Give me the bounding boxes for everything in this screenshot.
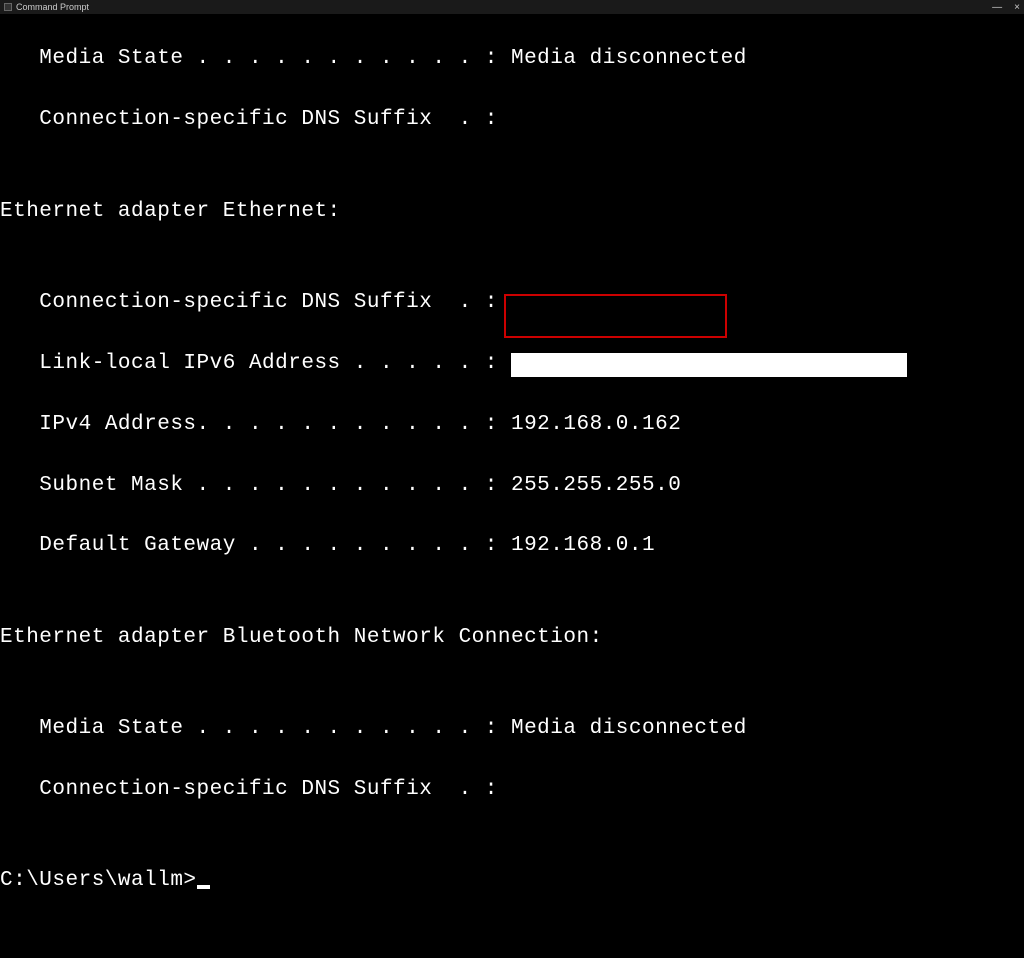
output-line: Link-local IPv6 Address . . . . . :: [0, 349, 1024, 379]
minimize-button[interactable]: —: [992, 2, 1002, 13]
terminal-output[interactable]: Media State . . . . . . . . . . . : Medi…: [0, 14, 1024, 958]
cmd-icon: [4, 3, 12, 11]
adapter-heading: Ethernet adapter Bluetooth Network Conne…: [0, 623, 1024, 653]
window-controls: — ×: [992, 2, 1020, 13]
prompt-line: C:\Users\wallm>: [0, 866, 1024, 896]
window-title-text: Command Prompt: [16, 2, 89, 12]
cursor-icon: [197, 885, 210, 889]
output-line: Subnet Mask . . . . . . . . . . . : 255.…: [0, 471, 1024, 501]
output-line: IPv4 Address. . . . . . . . . . . : 192.…: [0, 410, 1024, 440]
output-line: Media State . . . . . . . . . . . : Medi…: [0, 714, 1024, 744]
output-line: Connection-specific DNS Suffix . :: [0, 288, 1024, 318]
output-line: Connection-specific DNS Suffix . :: [0, 775, 1024, 805]
adapter-heading: Ethernet adapter Ethernet:: [0, 197, 1024, 227]
output-line: Connection-specific DNS Suffix . :: [0, 105, 1024, 135]
command-prompt[interactable]: C:\Users\wallm>: [0, 869, 197, 892]
output-line: Media State . . . . . . . . . . . : Medi…: [0, 44, 1024, 74]
window-title-bar: Command Prompt — ×: [0, 0, 1024, 14]
close-button[interactable]: ×: [1014, 2, 1020, 13]
redacted-ipv6-address: [511, 353, 907, 377]
output-line: Default Gateway . . . . . . . . . : 192.…: [0, 531, 1024, 561]
